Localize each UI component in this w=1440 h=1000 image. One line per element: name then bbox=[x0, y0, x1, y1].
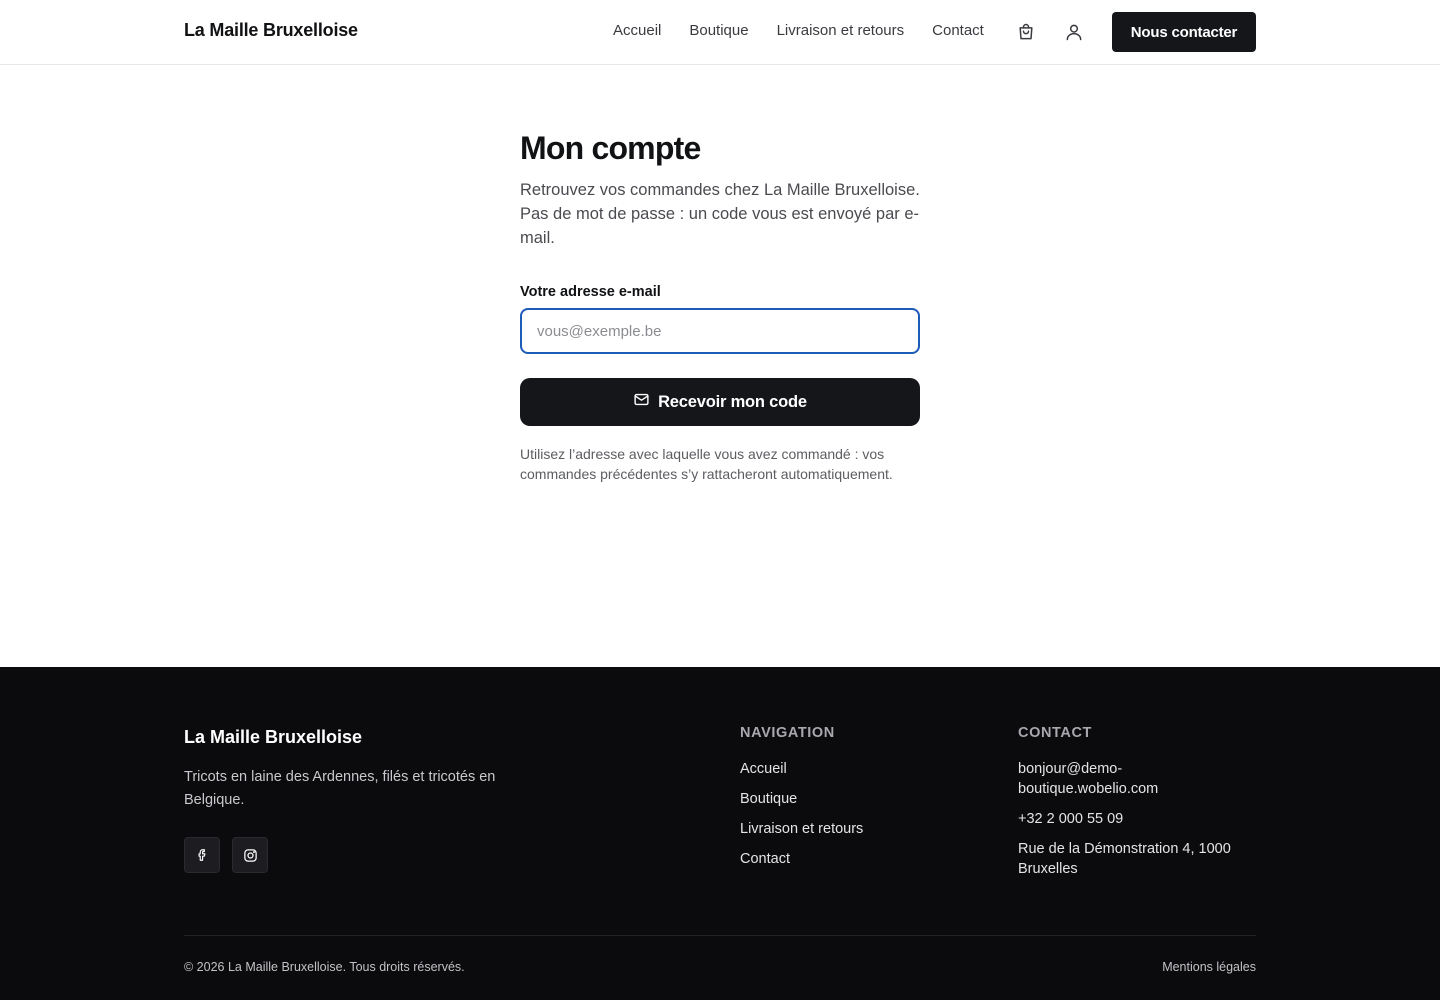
contact-us-button[interactable]: Nous contacter bbox=[1112, 12, 1256, 52]
shopping-bag-icon[interactable] bbox=[1014, 20, 1038, 44]
contact-phone[interactable]: +32 2 000 55 09 bbox=[1018, 809, 1256, 829]
footer-link-boutique[interactable]: Boutique bbox=[740, 789, 863, 809]
contact-address: Rue de la Démonstration 4, 1000 Bruxelle… bbox=[1018, 841, 1231, 877]
footer-contact-title: CONTACT bbox=[1018, 725, 1093, 741]
email-label: Votre adresse e-mail bbox=[520, 284, 661, 300]
nav-link-livraison[interactable]: Livraison et retours bbox=[777, 22, 905, 39]
copyright: © 2026 La Maille Bruxelloise. Tous droit… bbox=[184, 960, 465, 974]
brand-logo[interactable]: La Maille Bruxelloise bbox=[184, 20, 358, 41]
page-title: Mon compte bbox=[520, 130, 701, 166]
mail-icon bbox=[633, 391, 650, 413]
site-footer: La Maille Bruxelloise Tricots en laine d… bbox=[0, 667, 1440, 1000]
nav-link-boutique[interactable]: Boutique bbox=[689, 22, 748, 39]
nav-link-contact[interactable]: Contact bbox=[932, 22, 984, 39]
footer-link-livraison[interactable]: Livraison et retours bbox=[740, 819, 863, 839]
main-nav: Accueil Boutique Livraison et retours Co… bbox=[613, 22, 984, 39]
email-hint: Utilisez l’adresse avec laquelle vous av… bbox=[520, 446, 893, 482]
footer-contact: bonjour@demo-boutique.wobelio.com +32 2 … bbox=[1018, 759, 1256, 889]
nav-link-accueil[interactable]: Accueil bbox=[613, 22, 661, 39]
receive-code-button[interactable]: Recevoir mon code bbox=[520, 378, 920, 426]
footer-divider bbox=[184, 935, 1256, 936]
receive-code-label: Recevoir mon code bbox=[658, 392, 807, 411]
facebook-icon[interactable] bbox=[184, 837, 220, 873]
legal-link[interactable]: Mentions légales bbox=[1162, 960, 1256, 974]
contact-email[interactable]: bonjour@demo-boutique.wobelio.com bbox=[1018, 759, 1256, 799]
page-intro: Retrouvez vos commandes chez La Maille B… bbox=[520, 181, 920, 247]
user-icon[interactable] bbox=[1062, 20, 1086, 44]
footer-nav: Accueil Boutique Livraison et retours Co… bbox=[740, 759, 863, 879]
footer-tagline: Tricots en laine des Ardennes, filés et … bbox=[184, 769, 496, 808]
email-input[interactable] bbox=[520, 308, 920, 354]
account-section: Mon compte Retrouvez vos commandes chez … bbox=[520, 128, 920, 484]
instagram-icon[interactable] bbox=[232, 837, 268, 873]
footer-nav-title: NAVIGATION bbox=[740, 725, 835, 741]
footer-link-contact[interactable]: Contact bbox=[740, 849, 863, 869]
footer-brand: La Maille Bruxelloise bbox=[184, 727, 363, 747]
site-header: La Maille Bruxelloise Accueil Boutique L… bbox=[0, 0, 1440, 65]
footer-link-accueil[interactable]: Accueil bbox=[740, 759, 863, 779]
